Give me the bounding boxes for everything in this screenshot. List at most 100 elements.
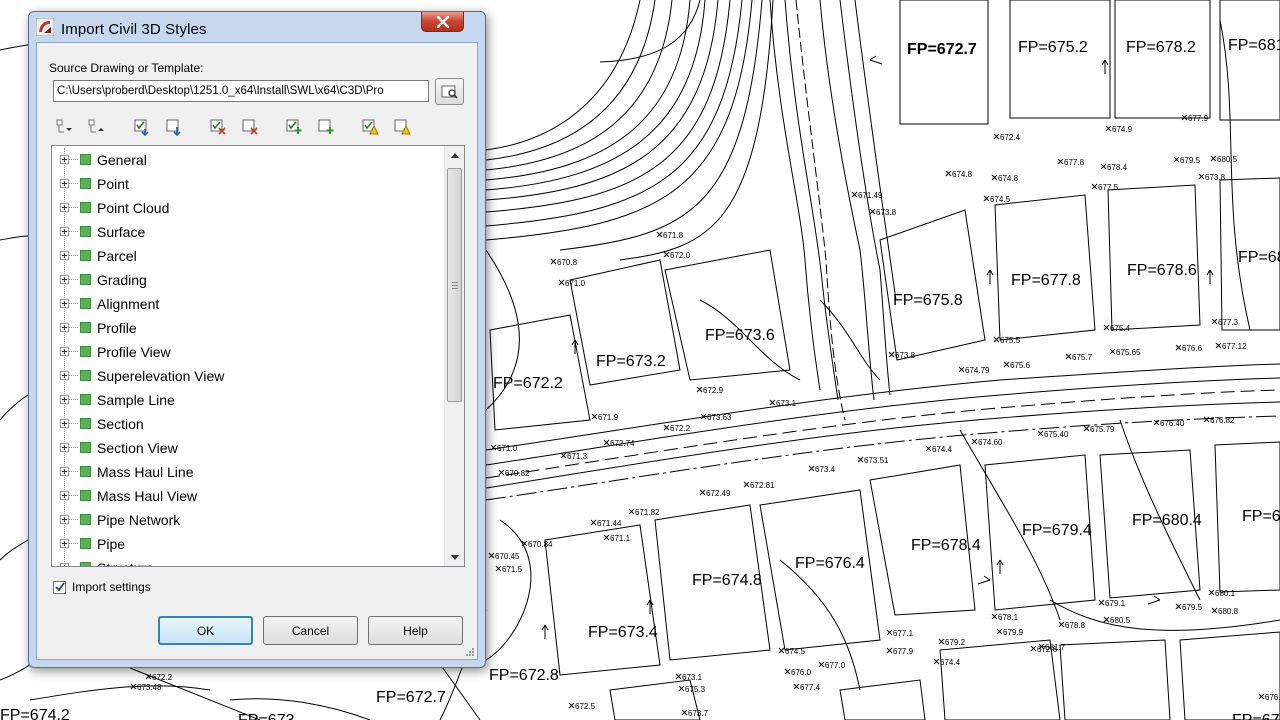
tree-scrollbar[interactable]	[444, 146, 464, 566]
style-checkbox[interactable]	[80, 178, 91, 189]
tree-item-point-cloud[interactable]: Point Cloud	[52, 196, 444, 220]
tree-item-superelevation-view[interactable]: Superelevation View	[52, 364, 444, 388]
import-settings-checkbox[interactable]	[53, 580, 66, 594]
spot-elevation-label: 672.74	[610, 439, 635, 448]
tree-item-sample-line[interactable]: Sample Line	[52, 388, 444, 412]
dialog-titlebar[interactable]: Import Civil 3D Styles	[29, 12, 485, 42]
spot-elevation-marker	[1103, 616, 1110, 623]
tree-item-section-view[interactable]: Section View	[52, 436, 444, 460]
styles-tree[interactable]: General Point Point Cloud Surface Parcel Grad…	[51, 145, 465, 567]
tree-item-grading[interactable]: Grading	[52, 268, 444, 292]
expand-node-icon[interactable]	[60, 539, 69, 548]
expand-node-icon[interactable]	[60, 203, 69, 212]
help-button[interactable]: Help	[368, 616, 463, 645]
tree-item-surface[interactable]: Surface	[52, 220, 444, 244]
expand-node-icon[interactable]	[60, 491, 69, 500]
select-conflict-children-button[interactable]	[391, 116, 413, 138]
tree-item-mass-haul-line[interactable]: Mass Haul Line	[52, 460, 444, 484]
expand-node-icon[interactable]	[60, 155, 69, 164]
spot-elevation-label: 675.40	[1044, 430, 1069, 439]
style-checkbox[interactable]	[80, 274, 91, 285]
tree-item-section[interactable]: Section	[52, 412, 444, 436]
expand-node-icon[interactable]	[60, 347, 69, 356]
expand-node-icon[interactable]	[60, 227, 69, 236]
style-checkbox[interactable]	[80, 226, 91, 237]
style-checkbox[interactable]	[80, 346, 91, 357]
spot-elevation-label: 679.2	[945, 638, 966, 647]
tree-toolbar	[53, 116, 473, 140]
style-checkbox[interactable]	[80, 202, 91, 213]
spot-elevation-marker	[550, 258, 557, 265]
style-checkbox[interactable]	[80, 562, 91, 566]
tree-item-mass-haul-view[interactable]: Mass Haul View	[52, 484, 444, 508]
expand-node-icon[interactable]	[60, 371, 69, 380]
close-button[interactable]	[421, 12, 464, 32]
select-new-children-button[interactable]	[315, 116, 337, 138]
expand-all-button[interactable]	[53, 116, 75, 138]
style-checkbox[interactable]	[80, 394, 91, 405]
expand-node-icon[interactable]	[60, 515, 69, 524]
scroll-down-button[interactable]	[445, 548, 464, 566]
import-settings-option[interactable]: Import settings	[53, 580, 151, 594]
style-checkbox[interactable]	[80, 490, 91, 501]
tree-item-point[interactable]: Point	[52, 172, 444, 196]
expand-node-icon[interactable]	[60, 275, 69, 284]
style-checkbox[interactable]	[80, 466, 91, 477]
select-new-button[interactable]	[283, 116, 305, 138]
expand-node-icon[interactable]	[60, 323, 69, 332]
tree-item-label: Section View	[97, 440, 178, 456]
cancel-button[interactable]: Cancel	[263, 616, 358, 645]
finished-pad-label: FP=675.8	[893, 292, 963, 309]
tree-item-profile[interactable]: Profile	[52, 316, 444, 340]
select-children-button[interactable]	[163, 116, 185, 138]
style-checkbox[interactable]	[80, 322, 91, 333]
spot-elevation-marker	[495, 565, 502, 572]
tree-item-general[interactable]: General	[52, 148, 444, 172]
spot-elevation-label: 675.3	[685, 685, 706, 694]
browse-button[interactable]	[435, 78, 464, 105]
expand-node-icon[interactable]	[60, 419, 69, 428]
style-checkbox[interactable]	[80, 514, 91, 525]
tree-item-alignment[interactable]: Alignment	[52, 292, 444, 316]
spot-elevation-marker	[1211, 318, 1218, 325]
expand-node-icon[interactable]	[60, 395, 69, 404]
expand-node-icon[interactable]	[60, 467, 69, 476]
style-checkbox[interactable]	[80, 538, 91, 549]
scroll-up-button[interactable]	[445, 146, 464, 164]
clear-all-button[interactable]	[207, 116, 229, 138]
tree-item-pipe-network[interactable]: Pipe Network	[52, 508, 444, 532]
ok-button[interactable]: OK	[158, 616, 253, 645]
scroll-thumb[interactable]	[447, 168, 462, 402]
style-checkbox[interactable]	[80, 298, 91, 309]
style-checkbox[interactable]	[80, 250, 91, 261]
tree-item-profile-view[interactable]: Profile View	[52, 340, 444, 364]
select-all-button[interactable]	[131, 116, 153, 138]
finished-pad-label: FP=672.7	[376, 689, 446, 706]
expand-node-icon[interactable]	[60, 563, 69, 566]
spot-elevation-marker	[675, 673, 682, 680]
expand-node-icon[interactable]	[60, 443, 69, 452]
civil3d-app-icon	[36, 18, 54, 36]
expand-node-icon[interactable]	[60, 299, 69, 308]
expand-node-icon[interactable]	[60, 179, 69, 188]
spot-elevation-marker	[993, 336, 1000, 343]
clear-children-button[interactable]	[239, 116, 261, 138]
tree-item-pipe[interactable]: Pipe	[52, 532, 444, 556]
tree-item-structure[interactable]: Structure	[52, 556, 444, 566]
spot-elevation-marker	[663, 424, 670, 431]
spot-elevation-marker	[993, 133, 1000, 140]
style-checkbox[interactable]	[80, 154, 91, 165]
resize-grip-icon[interactable]	[463, 645, 475, 657]
collapse-all-button[interactable]	[85, 116, 107, 138]
tree-item-label: General	[97, 152, 147, 168]
style-checkbox[interactable]	[80, 418, 91, 429]
style-checkbox[interactable]	[80, 370, 91, 381]
tree-item-label: Pipe Network	[97, 512, 181, 528]
tree-item-parcel[interactable]: Parcel	[52, 244, 444, 268]
spot-elevation-label: 679.9	[1003, 628, 1024, 637]
expand-node-icon[interactable]	[60, 251, 69, 260]
source-path-input[interactable]	[53, 80, 429, 102]
spot-elevation-marker	[1091, 183, 1098, 190]
select-conflicts-button[interactable]	[359, 116, 381, 138]
style-checkbox[interactable]	[80, 442, 91, 453]
